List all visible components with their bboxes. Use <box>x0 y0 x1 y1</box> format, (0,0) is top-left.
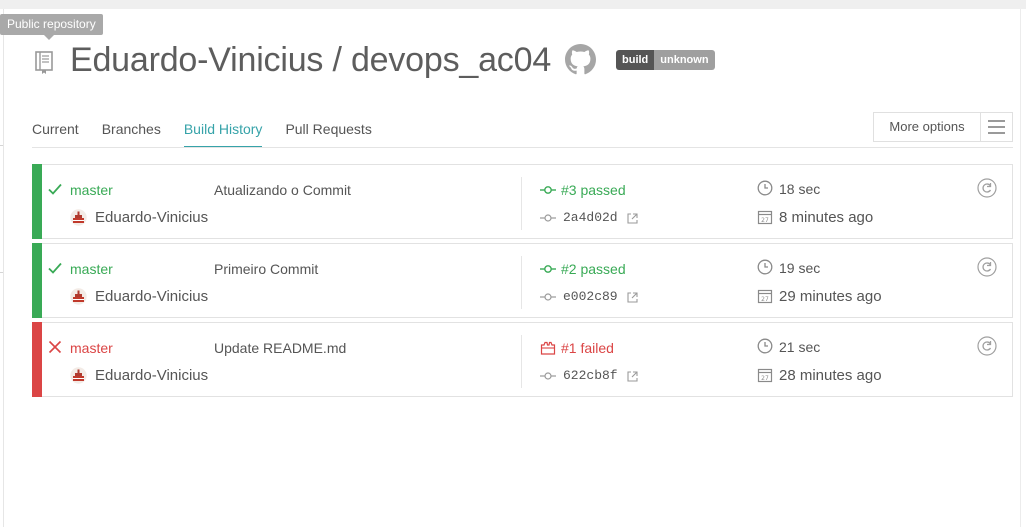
github-icon[interactable] <box>565 44 596 75</box>
build-duration: 21 sec <box>779 339 821 355</box>
restart-icon[interactable] <box>977 257 997 277</box>
finished-time: 28 minutes ago <box>779 367 882 384</box>
commit-hash-link[interactable]: 2a4d02d <box>563 208 618 228</box>
commit-hash-link[interactable]: e002c89 <box>563 287 618 307</box>
avatar <box>70 367 87 384</box>
external-link-icon[interactable] <box>627 213 638 224</box>
commit-message[interactable]: Primeiro Commit <box>214 260 318 278</box>
branch-link[interactable]: master <box>70 339 113 357</box>
check-icon <box>48 262 62 274</box>
build-number-link[interactable]: #1 failed <box>561 339 614 357</box>
build-status-bar <box>32 164 42 239</box>
build-number-link[interactable]: #2 passed <box>561 260 626 278</box>
branch-link[interactable]: master <box>70 260 113 278</box>
more-options-label: More options <box>874 113 981 141</box>
calendar-icon: 27 <box>757 368 773 383</box>
right-divider <box>1020 9 1021 527</box>
avatar <box>70 288 87 305</box>
commit-icon <box>540 293 556 301</box>
left-divider <box>3 9 4 527</box>
broken-build-icon <box>540 341 556 355</box>
tabs-divider <box>32 147 1013 148</box>
commit-author: Eduardo-Vinicius <box>95 288 209 305</box>
build-status-bar <box>32 322 42 397</box>
svg-text:27: 27 <box>761 217 769 224</box>
repo-title: Eduardo-Vinicius / devops_ac04 <box>70 41 552 79</box>
top-strip <box>0 0 1026 9</box>
edge-tick <box>0 272 3 273</box>
calendar-icon: 27 <box>757 289 773 304</box>
build-status-badge[interactable]: build unknown <box>616 50 715 70</box>
hamburger-menu-icon[interactable] <box>981 113 1012 141</box>
check-icon <box>48 183 62 195</box>
commit-hash-link[interactable]: 622cb8f <box>563 366 618 386</box>
tab-branches[interactable]: Branches <box>102 112 161 148</box>
row-divider <box>521 256 522 309</box>
clock-icon <box>757 180 773 196</box>
build-duration: 18 sec <box>779 181 821 197</box>
clock-icon <box>757 259 773 275</box>
tab-pull-requests[interactable]: Pull Requests <box>285 112 371 148</box>
build-row[interactable]: master Update README.md Eduardo-Vinicius… <box>32 322 1013 397</box>
external-link-icon[interactable] <box>627 371 638 382</box>
repo-tabs: Current Branches Build History Pull Requ… <box>32 112 395 148</box>
x-icon <box>48 340 62 354</box>
build-status-bar <box>32 243 42 318</box>
svg-text:27: 27 <box>761 296 769 303</box>
build-number-link[interactable]: #3 passed <box>561 181 626 199</box>
commit-message[interactable]: Atualizando o Commit <box>214 181 351 199</box>
restart-icon[interactable] <box>977 178 997 198</box>
commit-icon <box>540 265 556 273</box>
build-row[interactable]: master Primeiro Commit Eduardo-Vinicius … <box>32 243 1013 318</box>
commit-author: Eduardo-Vinicius <box>95 209 209 226</box>
external-link-icon[interactable] <box>627 292 638 303</box>
build-duration: 19 sec <box>779 260 821 276</box>
commit-icon <box>540 214 556 222</box>
badge-label: build <box>616 50 655 70</box>
row-divider <box>521 335 522 388</box>
build-row[interactable]: master Atualizando o Commit Eduardo-Vini… <box>32 164 1013 239</box>
commit-author: Eduardo-Vinicius <box>95 367 209 384</box>
public-repository-tooltip: Public repository <box>0 14 103 40</box>
clock-icon <box>757 338 773 354</box>
svg-text:27: 27 <box>761 375 769 382</box>
finished-time: 8 minutes ago <box>779 209 874 226</box>
edge-tick <box>0 145 3 146</box>
commit-icon <box>540 186 556 194</box>
restart-icon[interactable] <box>977 336 997 356</box>
badge-status: unknown <box>654 50 715 70</box>
tab-build-history[interactable]: Build History <box>183 112 263 148</box>
calendar-icon: 27 <box>757 210 773 225</box>
commit-icon <box>540 372 556 380</box>
branch-link[interactable]: master <box>70 181 113 199</box>
avatar <box>70 209 87 226</box>
more-options-button[interactable]: More options <box>873 112 1013 142</box>
commit-message[interactable]: Update README.md <box>214 339 346 357</box>
row-divider <box>521 177 522 230</box>
tab-current[interactable]: Current <box>32 112 79 148</box>
finished-time: 29 minutes ago <box>779 288 882 305</box>
book-icon <box>35 51 53 74</box>
